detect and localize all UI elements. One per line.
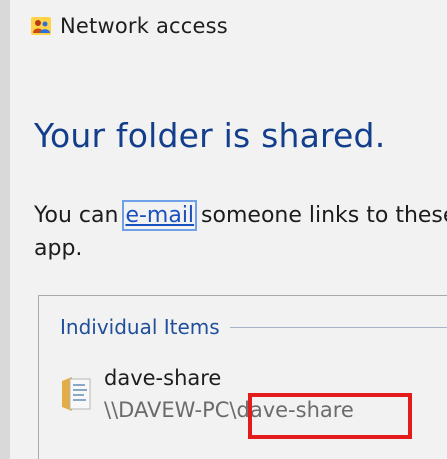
shared-item-name: dave-share — [104, 366, 222, 390]
group-label: Individual Items — [60, 315, 220, 339]
share-description: You can e-mail someone links to these — [34, 199, 447, 233]
network-access-window: Network access Your folder is shared. Yo… — [10, 0, 447, 459]
group-divider — [229, 326, 447, 328]
window-title: Network access — [60, 14, 228, 38]
photo-border — [0, 0, 10, 459]
description-prefix: You can — [34, 203, 126, 228]
shared-folder-icon — [60, 375, 94, 413]
network-users-icon — [30, 15, 52, 37]
screen: Network access Your folder is shared. Yo… — [0, 0, 447, 459]
group-header: Individual Items — [60, 312, 447, 342]
description-suffix: someone links to these — [194, 203, 447, 228]
page-title: Your folder is shared. — [34, 116, 386, 155]
shared-item-path[interactable]: \\DAVEW-PC\dave-share — [104, 398, 354, 422]
description-line-2: app. — [34, 236, 83, 261]
title-bar: Network access — [10, 6, 447, 46]
email-link[interactable]: e-mail — [122, 200, 198, 231]
